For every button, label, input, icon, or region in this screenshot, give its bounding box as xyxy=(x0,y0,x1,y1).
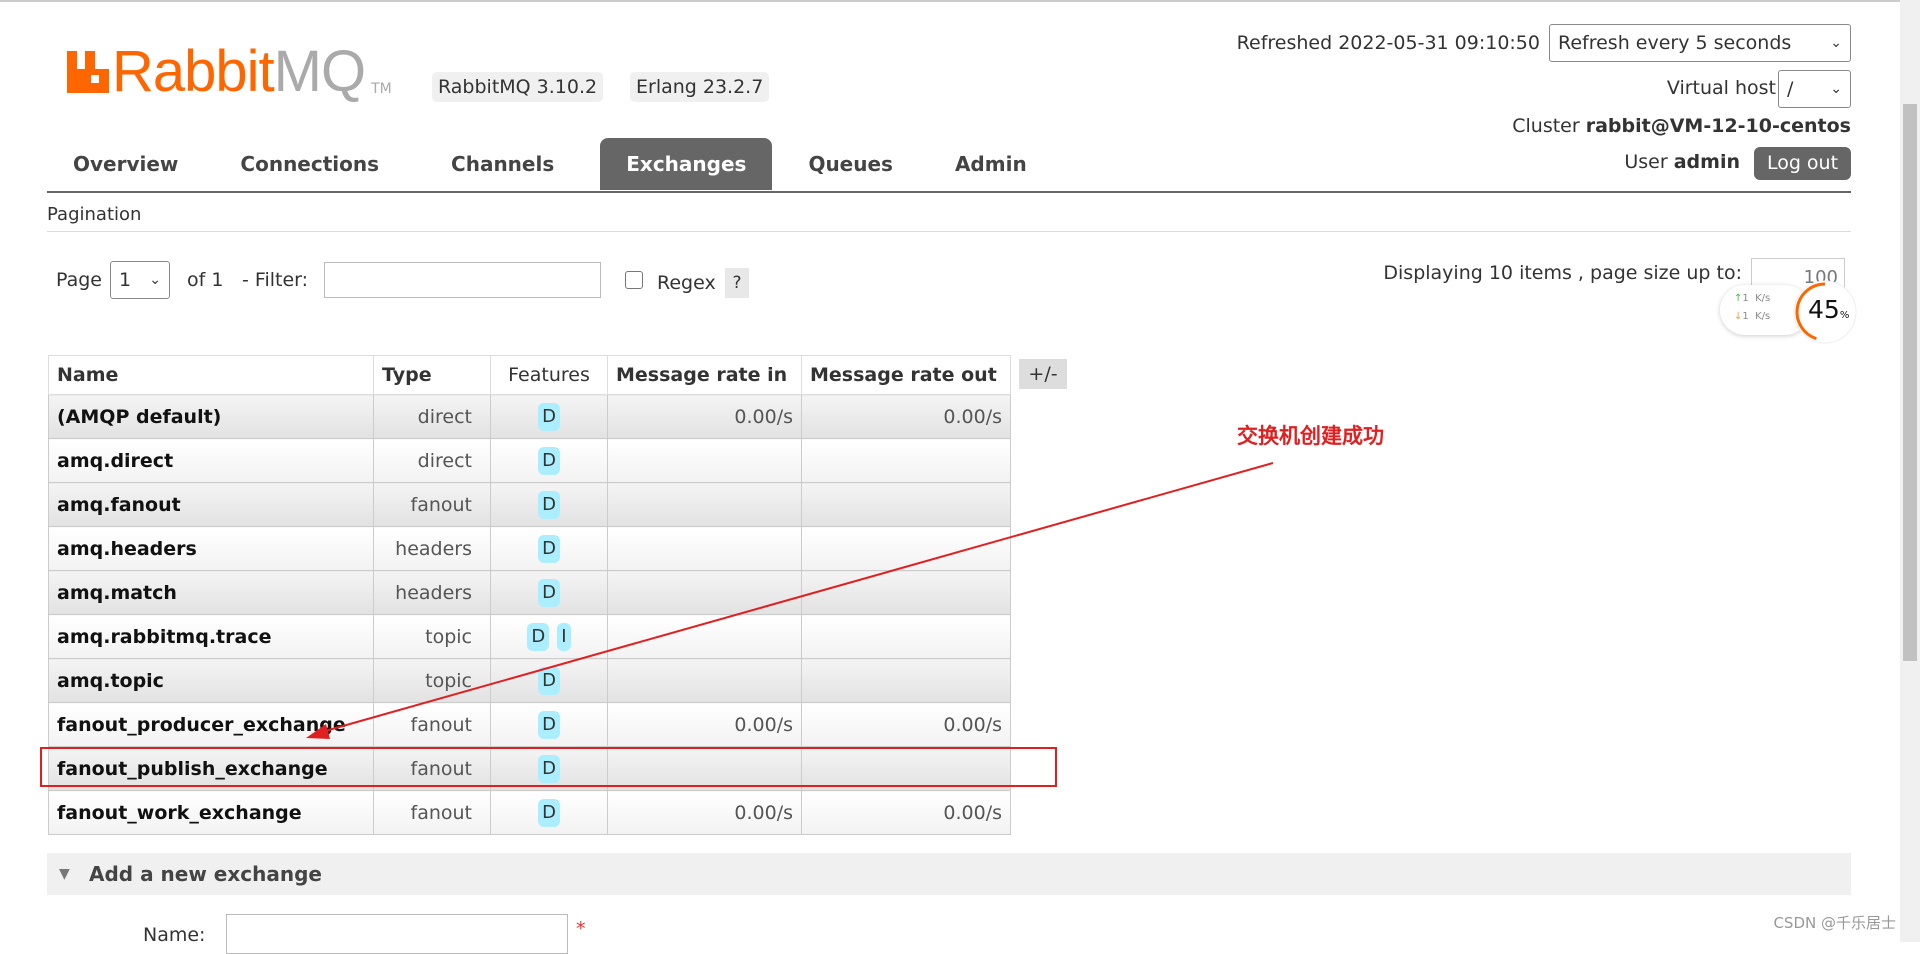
annotation-arrow xyxy=(306,462,1274,739)
annotation-text: 交换机创建成功 xyxy=(1237,424,1384,448)
watermark: CSDN @千乐居士 xyxy=(1773,914,1896,932)
exchange-name-input[interactable] xyxy=(226,914,568,954)
add-exchange-title: Add a new exchange xyxy=(89,862,322,886)
triangle-down-icon: ▼ xyxy=(59,866,70,882)
name-label: Name: xyxy=(143,924,206,946)
add-exchange-section[interactable]: ▼ Add a new exchange xyxy=(47,853,1851,895)
required-marker: * xyxy=(576,918,586,940)
scrollbar-thumb[interactable] xyxy=(1903,104,1917,661)
